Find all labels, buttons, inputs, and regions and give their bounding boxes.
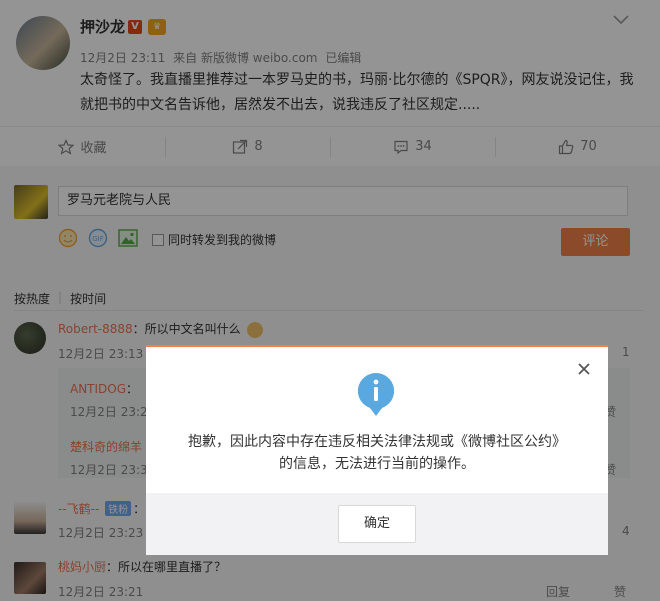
info-icon (357, 372, 395, 416)
confirm-button[interactable]: 确定 (338, 505, 416, 543)
dialog-message: 抱歉，因此内容中存在违反相关法律法规或《微博社区公约》的信息，无法进行当前的操作… (188, 434, 566, 472)
close-icon[interactable] (576, 361, 592, 377)
error-dialog: 抱歉，因此内容中存在违反相关法律法规或《微博社区公约》的信息，无法进行当前的操作… (146, 345, 608, 555)
dialog-footer: 确定 (146, 493, 608, 555)
